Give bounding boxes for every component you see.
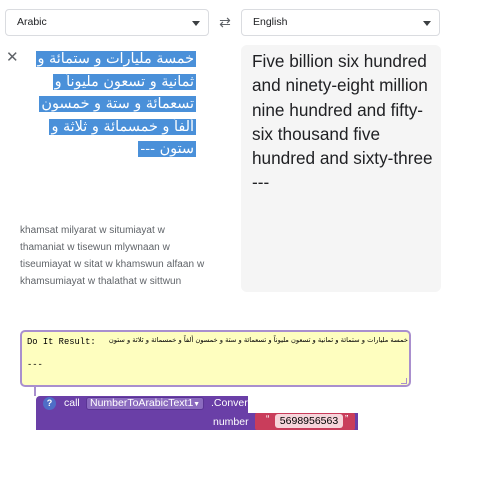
romanization-text: khamsat milyarat w situmiayat w thamania…: [20, 225, 205, 287]
param-label: number: [213, 416, 249, 428]
open-quote-icon: “: [266, 414, 270, 425]
swap-arrows-icon[interactable]: ⇄: [216, 13, 234, 31]
translation-output-panel: Five billion six hundred and ninety-eigh…: [241, 45, 441, 292]
close-icon[interactable]: ✕: [6, 50, 20, 65]
resize-handle[interactable]: [401, 378, 407, 384]
caret-down-icon: [192, 21, 200, 26]
close-quote-icon: ”: [345, 414, 349, 425]
target-language-select[interactable]: English: [241, 9, 440, 36]
translation-output-text: Five billion six hundred and ninety-eigh…: [252, 51, 433, 193]
source-language-label: Arabic: [17, 16, 47, 28]
call-label: call: [64, 397, 80, 409]
caret-down-icon: ▼: [193, 401, 200, 408]
result-label: Do It Result:: [27, 337, 96, 347]
number-text-field[interactable]: 5698956563: [275, 414, 343, 428]
do-it-result-comment[interactable]: خمسة مليارات و ستمائة و ثمانية و تسعون م…: [20, 330, 411, 396]
component-name: NumberToArabicText1: [90, 397, 194, 409]
target-language-label: English: [253, 16, 288, 28]
method-label: .Convert: [211, 397, 251, 409]
result-dashes: ---: [27, 360, 43, 370]
source-text[interactable]: خمسة مليارات و ستمائة و ثمانية و تسعون م…: [20, 48, 196, 161]
component-dropdown[interactable]: NumberToArabicText1 ▼: [86, 397, 204, 410]
source-language-select[interactable]: Arabic: [5, 9, 209, 36]
help-icon[interactable]: ?: [43, 397, 56, 410]
caret-down-icon: [423, 21, 431, 26]
source-text-highlight: خمسة مليارات و ستمائة و ثمانية و تسعون م…: [35, 51, 196, 158]
